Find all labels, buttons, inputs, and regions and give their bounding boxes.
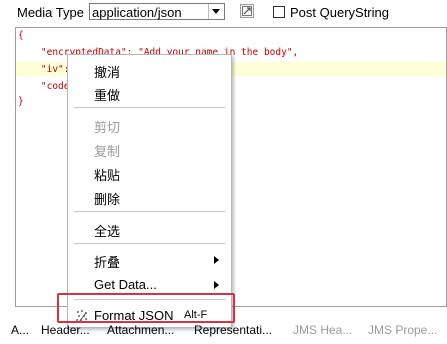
menu-item-redo[interactable]: 重做 bbox=[94, 85, 120, 104]
menu-item-delete[interactable]: 删除 bbox=[94, 189, 120, 208]
tab-jms-properties[interactable]: JMS Prope... bbox=[368, 323, 437, 337]
code-line: { bbox=[18, 30, 24, 41]
submenu-arrow-icon bbox=[214, 281, 219, 289]
media-type-value: application/json bbox=[92, 5, 182, 20]
menu-item-select-all[interactable]: 全选 bbox=[94, 221, 120, 240]
editor-context-menu: 撤消 重做 剪切 复制 粘贴 删除 全选 折叠 Get Data... Form… bbox=[67, 54, 232, 328]
format-json-highlight-box bbox=[57, 293, 235, 323]
post-querystring-checkbox[interactable] bbox=[273, 6, 285, 18]
post-querystring-label[interactable]: Post QueryString bbox=[290, 5, 389, 20]
code-line: } bbox=[18, 96, 24, 107]
tab-headers[interactable]: Header... bbox=[41, 323, 90, 337]
menu-separator bbox=[74, 211, 226, 212]
chevron-down-icon[interactable] bbox=[208, 4, 224, 19]
menu-item-copy: 复制 bbox=[94, 144, 121, 159]
menu-item-undo[interactable]: 撤消 bbox=[94, 62, 120, 81]
tab-auth[interactable]: A... bbox=[11, 323, 29, 337]
request-tabs-bar: A... Header... Attachmen... Representati… bbox=[0, 320, 447, 344]
tab-jms-headers[interactable]: JMS Hea... bbox=[293, 323, 352, 337]
menu-item-get-data[interactable]: Get Data... bbox=[94, 277, 157, 292]
media-type-select[interactable]: application/json bbox=[89, 3, 225, 20]
menu-item-paste[interactable]: 粘贴 bbox=[94, 165, 120, 184]
media-type-label: Media Type bbox=[17, 5, 84, 20]
request-toolbar: Media Type application/json Post QuerySt… bbox=[0, 0, 447, 26]
menu-item-cut: 剪切 bbox=[94, 120, 121, 135]
tab-attachments[interactable]: Attachmen... bbox=[107, 323, 174, 337]
menu-separator bbox=[74, 243, 226, 244]
submenu-arrow-icon bbox=[214, 256, 219, 264]
tab-representations[interactable]: Representati... bbox=[194, 323, 272, 337]
menu-separator bbox=[74, 107, 226, 108]
expand-icon bbox=[242, 6, 252, 16]
menu-item-fold[interactable]: 折叠 bbox=[94, 252, 120, 271]
media-type-options-button[interactable] bbox=[240, 4, 254, 18]
